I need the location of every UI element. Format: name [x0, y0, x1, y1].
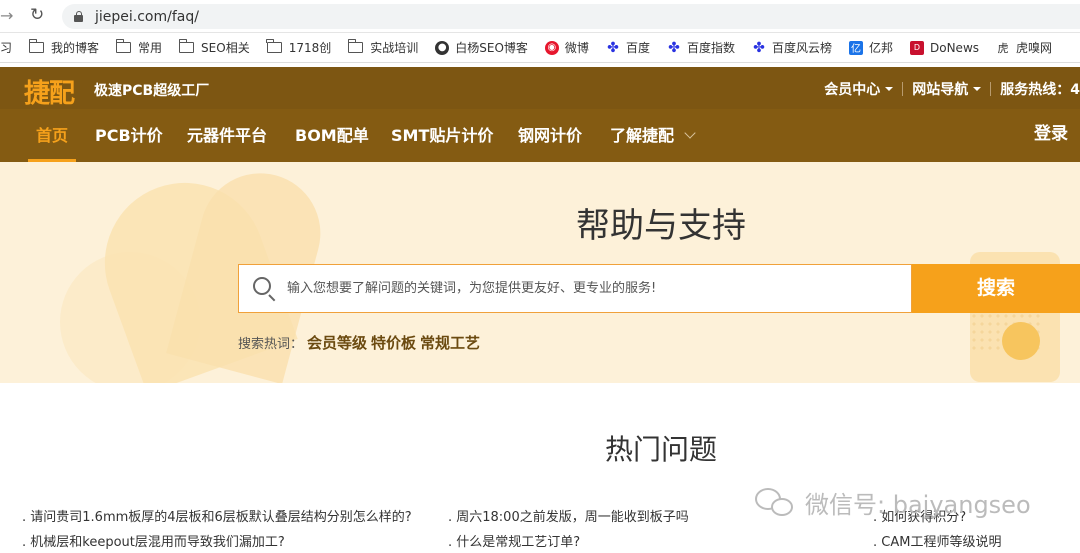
faq-link[interactable]: . 机械层和keepout层混用而导致我们漏加工? [22, 531, 285, 550]
nav-item-stencil-quote[interactable]: 钢网计价 [518, 109, 582, 162]
site-topbar: 捷配 极速PCB超级工厂 会员中心 网站导航 服务热线：4 [0, 67, 1080, 109]
address-bar[interactable]: jiepei.com/faq/ [62, 4, 1080, 29]
bookmark-item[interactable]: D DoNews [910, 40, 979, 55]
site-logo[interactable]: 捷配 [24, 73, 75, 110]
baidu-paw-icon: ✤ [607, 39, 619, 56]
bookmark-item[interactable]: 学习 [0, 39, 12, 56]
donews-icon: D [910, 40, 924, 55]
faq-link[interactable]: . CAM工程师等级说明 [873, 531, 1001, 550]
nav-item-about[interactable]: 了解捷配 [610, 109, 696, 162]
faq-link[interactable]: . 什么是常规工艺订单? [448, 531, 580, 550]
huxiu-icon: 虎 [997, 41, 1009, 55]
hot-questions-title: 热门问题 [604, 433, 717, 466]
divider [902, 82, 904, 96]
search-button[interactable]: 搜索 [912, 264, 1080, 313]
hot-keyword-link[interactable]: 会员等级 [307, 332, 367, 353]
search-icon [253, 276, 277, 301]
nav-item-pcb-quote[interactable]: PCB计价 [95, 109, 163, 162]
hot-keyword-link[interactable]: 特价板 [371, 332, 416, 353]
url-text[interactable]: jiepei.com/faq/ [95, 9, 199, 25]
topbar-links: 会员中心 网站导航 服务热线：4 [824, 79, 1080, 99]
yibang-icon: 亿 [848, 40, 863, 55]
nav-item-home[interactable]: 首页 [27, 109, 77, 162]
bookmark-item[interactable]: ✤ 百度 [606, 39, 650, 56]
decor-check-badge [1002, 322, 1040, 360]
reload-icon[interactable]: ↻ [30, 5, 44, 25]
bookmark-folder[interactable]: 1718创 [266, 39, 331, 56]
bookmark-item[interactable]: 亿亿邦 [848, 39, 893, 56]
watermark-text: 微信号: baiyangseo [805, 491, 1031, 519]
login-link[interactable]: 登录 [1034, 109, 1068, 162]
globe-icon: ● [435, 40, 450, 55]
bookmark-item[interactable]: 虎虎嗅网 [996, 39, 1053, 56]
bookmark-item[interactable]: ✤ 百度风云榜 [752, 39, 832, 56]
member-center-dropdown[interactable]: 会员中心 [824, 79, 894, 99]
bookmark-folder[interactable]: 我的博客 [28, 39, 99, 56]
bookmark-folder[interactable]: 实战培训 [347, 39, 418, 56]
site-slogan: 极速PCB超级工厂 [94, 83, 210, 99]
hotline: 服务热线：4 [1000, 82, 1080, 98]
bookmark-item[interactable]: ✤ 百度指数 [667, 39, 735, 56]
nav-item-components[interactable]: 元器件平台 [187, 109, 267, 162]
caret-down-icon [885, 87, 894, 91]
folder-icon [115, 39, 132, 53]
baidu-paw-icon: ✤ [753, 39, 765, 56]
folder-icon [347, 39, 364, 53]
bookmark-item[interactable]: ◉ 微博 [544, 39, 589, 56]
faq-link[interactable]: . 请问贵司1.6mm板厚的4层板和6层板默认叠层结构分别怎么样的? [22, 506, 412, 525]
search-input[interactable] [287, 281, 887, 296]
forward-arrow-icon[interactable]: → [0, 6, 13, 25]
bookmark-folder[interactable]: 常用 [115, 39, 162, 56]
bookmarks-bar: 学习 我的博客 常用 SEO相关 1718创 实战培训 ●白杨SEO博客 ◉微博… [0, 33, 1080, 63]
caret-down-icon [973, 87, 982, 91]
help-hero: 帮助与支持 搜索 搜索热词： 会员等级 特价板 常规工艺 [0, 162, 1080, 383]
folder-icon [28, 39, 45, 53]
site-nav-dropdown[interactable]: 网站导航 [912, 79, 982, 99]
divider [990, 82, 992, 96]
wechat-watermark: 微信号: baiyangseo [755, 485, 1031, 520]
nav-item-bom[interactable]: BOM配单 [295, 109, 369, 162]
main-nav: 首页 PCB计价 元器件平台 BOM配单 SMT贴片计价 钢网计价 了解捷配 登… [0, 109, 1080, 162]
bookmark-folder[interactable]: SEO相关 [178, 39, 250, 56]
weibo-icon: ◉ [544, 40, 559, 55]
chevron-down-icon [684, 127, 696, 139]
lock-icon [74, 11, 83, 22]
browser-toolbar: → ↻ jiepei.com/faq/ [0, 0, 1080, 33]
hot-keywords: 搜索热词： 会员等级 特价板 常规工艺 [238, 332, 480, 353]
wechat-icon [755, 486, 795, 520]
folder-icon [178, 39, 195, 53]
folder-icon [266, 39, 282, 53]
bookmark-item[interactable]: ● 白杨SEO博客 [435, 39, 528, 56]
hot-keyword-link[interactable]: 常规工艺 [420, 332, 480, 353]
page-title: 帮助与支持 [576, 206, 746, 246]
hot-keywords-label: 搜索热词： [238, 337, 304, 352]
faq-link[interactable]: . 周六18:00之前发版，周一能收到板子吗 [448, 506, 689, 525]
nav-item-smt-quote[interactable]: SMT贴片计价 [391, 109, 493, 162]
baidu-paw-icon: ✤ [668, 39, 680, 56]
search-box [238, 264, 912, 313]
